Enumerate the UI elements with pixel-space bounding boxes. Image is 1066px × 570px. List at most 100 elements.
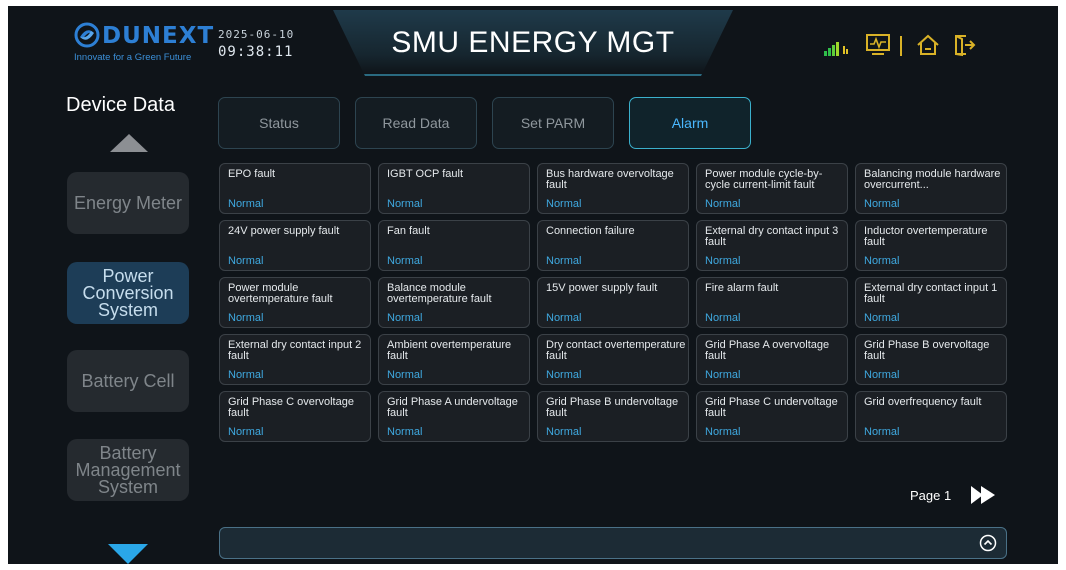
alarm-card[interactable]: Grid Phase A overvoltage fault Normal bbox=[696, 334, 848, 385]
tab-label: Status bbox=[259, 115, 299, 131]
tab-set-parm[interactable]: Set PARM bbox=[492, 97, 614, 149]
tab-label: Read Data bbox=[382, 115, 450, 131]
tab-alarm[interactable]: Alarm bbox=[629, 97, 751, 149]
sidebar-item-label: Power Conversion System bbox=[82, 265, 174, 320]
alarm-card[interactable]: 15V power supply fault Normal bbox=[537, 277, 689, 328]
alarm-card[interactable]: External dry contact input 1 fault Normal bbox=[855, 277, 1007, 328]
scroll-up-arrow-icon[interactable] bbox=[110, 134, 148, 152]
alarm-card[interactable]: Balancing module hardware overcurrent...… bbox=[855, 163, 1007, 214]
alarm-status: Normal bbox=[387, 312, 423, 324]
brand-mark-icon bbox=[74, 22, 100, 48]
alarm-label: Fire alarm fault bbox=[705, 282, 779, 294]
sidebar-item-energy-meter[interactable]: Energy Meter bbox=[67, 172, 189, 234]
next-page-icon[interactable] bbox=[969, 484, 997, 506]
sidebar-item-battery-cell[interactable]: Battery Cell bbox=[67, 350, 189, 412]
sidebar-item-power-conversion-system[interactable]: Power Conversion System bbox=[67, 262, 189, 324]
alarm-label: Balance module overtemperature fault bbox=[387, 282, 492, 305]
alarm-card[interactable]: Connection failure Normal bbox=[537, 220, 689, 271]
alarm-card[interactable]: Grid overfrequency fault Normal bbox=[855, 391, 1007, 442]
alarm-label: External dry contact input 2 fault bbox=[228, 339, 362, 362]
monitor-icon[interactable] bbox=[866, 34, 890, 56]
alarm-status: Normal bbox=[546, 312, 582, 324]
alarm-card[interactable]: 24V power supply fault Normal bbox=[219, 220, 371, 271]
alarm-card[interactable]: Balance module overtemperature fault Norm… bbox=[378, 277, 530, 328]
sidebar-item-label: Battery Management System bbox=[75, 442, 181, 497]
sidebar-item-battery-management-system[interactable]: Battery Management System bbox=[67, 439, 189, 501]
header-divider bbox=[900, 36, 902, 56]
alarm-card[interactable]: Inductor overtemperature fault Normal bbox=[855, 220, 1007, 271]
alarm-status: Normal bbox=[546, 426, 582, 438]
current-date: 2025-06-10 bbox=[218, 28, 295, 41]
tab-status[interactable]: Status bbox=[218, 97, 340, 149]
exit-icon[interactable] bbox=[952, 33, 976, 57]
alarm-card[interactable]: Grid Phase B overvoltage fault Normal bbox=[855, 334, 1007, 385]
alarm-card[interactable]: Power module cycle-by-cycle current-limi… bbox=[696, 163, 848, 214]
alarm-status: Normal bbox=[228, 369, 264, 381]
alarm-label: Dry contact overtemperature fault bbox=[546, 339, 686, 362]
sidebar-title: Device Data bbox=[66, 94, 175, 116]
alarm-status: Normal bbox=[387, 255, 423, 267]
expand-up-icon[interactable] bbox=[979, 534, 997, 552]
alarm-status: Normal bbox=[705, 198, 741, 210]
home-icon[interactable] bbox=[916, 34, 940, 56]
alarm-status: Normal bbox=[705, 369, 741, 381]
alarm-card[interactable]: IGBT OCP fault Normal bbox=[378, 163, 530, 214]
alarm-label: Power module overtemperature fault bbox=[228, 282, 333, 305]
alarm-card[interactable]: Grid Phase C undervoltage fault Normal bbox=[696, 391, 848, 442]
signal-icon bbox=[824, 42, 848, 56]
alarm-label: Grid Phase B undervoltage fault bbox=[546, 396, 679, 419]
alarm-status: Normal bbox=[864, 426, 900, 438]
alarm-status: Normal bbox=[387, 426, 423, 438]
alarm-card[interactable]: Fan fault Normal bbox=[378, 220, 530, 271]
alarm-status: Normal bbox=[864, 255, 900, 267]
alarm-label: Inductor overtemperature fault bbox=[864, 225, 988, 248]
message-bar bbox=[219, 527, 1007, 559]
app-screen: DUNEXT Innovate for a Green Future 2025-… bbox=[8, 6, 1058, 564]
alarm-status: Normal bbox=[864, 369, 900, 381]
alarm-label: Balancing module hardware overcurrent... bbox=[864, 168, 1001, 191]
alarm-status: Normal bbox=[387, 198, 423, 210]
alarm-card[interactable]: Dry contact overtemperature fault Normal bbox=[537, 334, 689, 385]
alarm-status: Normal bbox=[546, 255, 582, 267]
alarm-label: Grid Phase C overvoltage fault bbox=[228, 396, 354, 419]
tab-label: Set PARM bbox=[520, 115, 586, 131]
brand-tagline: Innovate for a Green Future bbox=[74, 52, 192, 63]
alarm-card[interactable]: Ambient overtemperature fault Normal bbox=[378, 334, 530, 385]
brand-name: DUNEXT bbox=[102, 23, 215, 49]
alarm-label: Grid Phase A undervoltage fault bbox=[387, 396, 518, 419]
alarm-card[interactable]: Bus hardware overvoltage fault Normal bbox=[537, 163, 689, 214]
tab-label: Alarm bbox=[671, 115, 709, 131]
tab-read-data[interactable]: Read Data bbox=[355, 97, 477, 149]
alarm-card[interactable]: External dry contact input 3 fault Normal bbox=[696, 220, 848, 271]
alarm-status: Normal bbox=[546, 198, 582, 210]
app-title: SMU ENERGY MGT bbox=[391, 26, 675, 59]
alarm-label: Grid Phase B overvoltage fault bbox=[864, 339, 990, 362]
alarm-label: EPO fault bbox=[228, 168, 276, 180]
sidebar-item-label: Battery Cell bbox=[81, 370, 175, 391]
alarm-label: 24V power supply fault bbox=[228, 225, 340, 237]
alarm-card[interactable]: Power module overtemperature fault Normal bbox=[219, 277, 371, 328]
page-indicator: Page 1 bbox=[910, 488, 952, 503]
alarm-card[interactable]: Grid Phase B undervoltage fault Normal bbox=[537, 391, 689, 442]
alarm-label: External dry contact input 1 fault bbox=[864, 282, 998, 305]
alarm-card[interactable]: External dry contact input 2 fault Normal bbox=[219, 334, 371, 385]
sidebar-item-label: Energy Meter bbox=[73, 192, 183, 213]
alarm-label: Fan fault bbox=[387, 225, 430, 237]
alarm-status: Normal bbox=[228, 426, 264, 438]
alarm-label: Grid Phase A overvoltage fault bbox=[705, 339, 830, 362]
alarm-label: 15V power supply fault bbox=[546, 282, 658, 294]
alarm-status: Normal bbox=[228, 198, 264, 210]
alarm-card[interactable]: Fire alarm fault Normal bbox=[696, 277, 848, 328]
alarm-status: Normal bbox=[228, 255, 264, 267]
alarm-status: Normal bbox=[387, 369, 423, 381]
header: DUNEXT Innovate for a Green Future 2025-… bbox=[8, 6, 1058, 80]
alarm-label: Connection failure bbox=[546, 225, 635, 237]
alarm-label: Grid Phase C undervoltage fault bbox=[705, 396, 838, 419]
alarm-label: IGBT OCP fault bbox=[387, 168, 464, 180]
alarm-card[interactable]: EPO fault Normal bbox=[219, 163, 371, 214]
alarm-label: Bus hardware overvoltage fault bbox=[546, 168, 674, 191]
scroll-down-arrow-icon[interactable] bbox=[108, 544, 148, 564]
alarm-card[interactable]: Grid Phase A undervoltage fault Normal bbox=[378, 391, 530, 442]
alarm-label: Grid overfrequency fault bbox=[864, 396, 982, 408]
alarm-card[interactable]: Grid Phase C overvoltage fault Normal bbox=[219, 391, 371, 442]
